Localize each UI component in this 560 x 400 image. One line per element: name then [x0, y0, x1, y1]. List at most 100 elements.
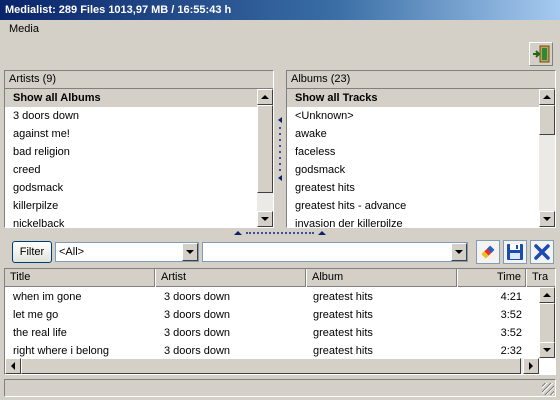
arrow-up-icon: [318, 231, 326, 235]
tracks-table: Title Artist Album Time Tra when im gone…: [4, 268, 556, 375]
artists-header: Artists (9): [5, 71, 273, 89]
cell-title: the real life: [13, 327, 67, 339]
chevron-down-icon: [543, 348, 551, 352]
chevron-down-icon: [543, 217, 551, 221]
list-item[interactable]: godsmack: [5, 179, 257, 197]
exit-door-icon: [533, 45, 550, 63]
resize-grip[interactable]: [542, 383, 554, 395]
list-item[interactable]: greatest hits: [287, 179, 539, 197]
exit-button[interactable]: [529, 42, 553, 66]
dropdown-button[interactable]: [451, 243, 467, 261]
edit-button[interactable]: [476, 240, 500, 264]
albums-scrollbar[interactable]: [539, 89, 555, 227]
chevron-up-icon: [261, 95, 269, 99]
arrow-left-icon: [278, 175, 282, 181]
menu-bar: Media: [0, 20, 560, 38]
scroll-down-button[interactable]: [257, 211, 273, 227]
splitter-grip: [279, 157, 281, 159]
save-button[interactable]: [503, 240, 527, 264]
cell-album: greatest hits: [313, 327, 373, 339]
artists-list: Show all Albums 3 doors down against me!…: [5, 89, 257, 227]
column-header-album[interactable]: Album: [307, 269, 457, 287]
cell-album: greatest hits: [313, 291, 373, 303]
list-item[interactable]: 3 doors down: [5, 107, 257, 125]
list-item[interactable]: Show all Albums: [5, 89, 257, 107]
scroll-up-button[interactable]: [539, 287, 555, 303]
floppy-disk-icon: [507, 244, 523, 260]
filter-search-combo[interactable]: [202, 242, 468, 262]
scroll-thumb[interactable]: [539, 105, 555, 135]
column-header-title[interactable]: Title: [5, 269, 155, 287]
cell-time: 3:52: [500, 309, 522, 321]
cell-artist: 3 doors down: [164, 291, 231, 303]
chevron-left-icon: [11, 362, 15, 370]
cell-artist: 3 doors down: [164, 327, 231, 339]
column-header-time[interactable]: Time: [458, 269, 526, 287]
splitter-grip: [246, 232, 314, 234]
pencil-eraser-icon: [481, 245, 495, 259]
list-item[interactable]: faceless: [287, 143, 539, 161]
list-item[interactable]: awake: [287, 125, 539, 143]
scroll-thumb[interactable]: [21, 358, 521, 374]
arrow-left-icon: [278, 117, 282, 123]
splitter-grip: [279, 139, 281, 141]
list-item[interactable]: against me!: [5, 125, 257, 143]
horizontal-splitter[interactable]: [230, 229, 330, 237]
vertical-splitter[interactable]: [276, 70, 284, 228]
tracks-hscrollbar[interactable]: [5, 358, 539, 374]
list-item[interactable]: Show all Tracks: [287, 89, 539, 107]
filter-button[interactable]: Filter: [12, 241, 52, 263]
chevron-up-icon: [543, 293, 551, 297]
scroll-thumb[interactable]: [257, 105, 273, 193]
artists-panel: Artists (9) Show all Albums 3 doors down…: [4, 70, 274, 228]
status-bar: [4, 379, 556, 397]
cell-time: 4:21: [500, 291, 522, 303]
column-header-artist[interactable]: Artist: [156, 269, 306, 287]
list-item[interactable]: bad religion: [5, 143, 257, 161]
albums-header: Albums (23): [287, 71, 555, 89]
list-item[interactable]: greatest hits - advance: [287, 197, 539, 215]
chevron-right-icon: [529, 362, 533, 370]
cell-time: 3:52: [500, 327, 522, 339]
dropdown-button[interactable]: [182, 243, 198, 261]
scroll-right-button[interactable]: [523, 358, 539, 374]
list-item[interactable]: nickelback: [5, 215, 257, 227]
list-item[interactable]: invasion der killerpilze: [287, 215, 539, 227]
list-item[interactable]: godsmack: [287, 161, 539, 179]
cell-artist: 3 doors down: [164, 309, 231, 321]
filter-field-select[interactable]: <All>: [55, 242, 199, 262]
arrow-up-icon: [234, 231, 242, 235]
chevron-down-icon: [261, 217, 269, 221]
filter-field-value: <All>: [59, 246, 85, 258]
cell-title: let me go: [13, 309, 59, 321]
delete-button[interactable]: [530, 240, 554, 264]
scroll-down-button[interactable]: [539, 211, 555, 227]
splitter-grip: [279, 127, 281, 129]
menu-media[interactable]: Media: [9, 23, 39, 35]
chevron-up-icon: [543, 95, 551, 99]
cell-album: greatest hits: [313, 309, 373, 321]
chevron-down-icon: [455, 250, 463, 254]
column-header-track[interactable]: Tra: [527, 269, 555, 287]
cell-title: when im gone: [13, 291, 82, 303]
splitter-grip: [279, 151, 281, 153]
scroll-thumb[interactable]: [539, 303, 555, 343]
scroll-up-button[interactable]: [539, 89, 555, 105]
albums-list: Show all Tracks <Unknown> awake faceless…: [287, 89, 539, 227]
blue-x-icon: [534, 244, 550, 260]
tracks-vscrollbar[interactable]: [539, 287, 555, 358]
splitter-grip: [279, 169, 281, 171]
list-item[interactable]: creed: [5, 161, 257, 179]
splitter-grip: [279, 133, 281, 135]
albums-panel: Albums (23) Show all Tracks <Unknown> aw…: [286, 70, 556, 228]
scroll-down-button[interactable]: [539, 342, 555, 358]
list-item[interactable]: killerpilze: [5, 197, 257, 215]
scroll-up-button[interactable]: [257, 89, 273, 105]
artists-scrollbar[interactable]: [257, 89, 273, 227]
scroll-left-button[interactable]: [5, 358, 21, 374]
splitter-grip: [279, 145, 281, 147]
splitter-grip: [279, 163, 281, 165]
chevron-down-icon: [186, 250, 194, 254]
window-title: Medialist: 289 Files 1013,97 MB / 16:55:…: [0, 0, 560, 20]
list-item[interactable]: <Unknown>: [287, 107, 539, 125]
